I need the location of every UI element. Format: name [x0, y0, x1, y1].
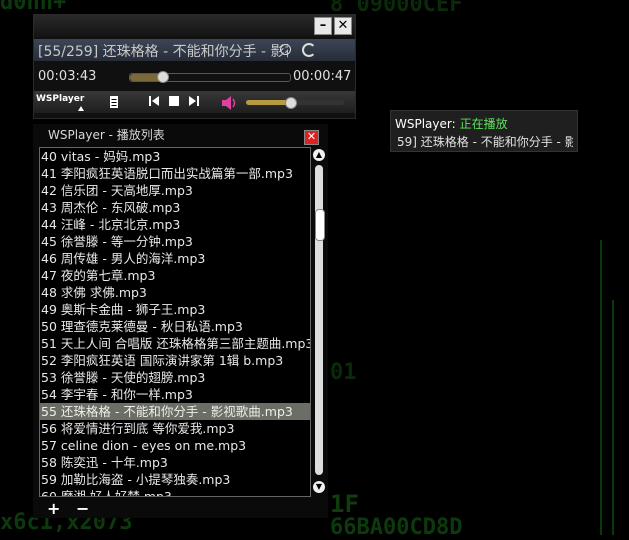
playlist-item[interactable]: 43 周杰伦 - 东风破.mp3	[40, 199, 310, 216]
control-row: WSPlayer	[34, 91, 355, 113]
playlist-item[interactable]: 52 李阳疯狂英语 国际演讲家第 1辑 b.mp3	[40, 352, 310, 369]
playlist-item[interactable]: 59 加勒比海盗 - 小提琴独奏.mp3	[40, 471, 310, 488]
scroll-down-icon[interactable]: ▼	[313, 481, 325, 493]
time-current: 00:03:43	[38, 69, 97, 84]
playlist-item[interactable]: 42 信乐团 - 天高地厚.mp3	[40, 182, 310, 199]
playlist-close-button[interactable]: ✕	[304, 130, 319, 145]
matrix-text-1: d0nn+	[0, 0, 67, 15]
time-total: 00:00:47	[293, 69, 352, 84]
volume-slider[interactable]	[246, 97, 344, 109]
scroll-thumb[interactable]	[315, 209, 325, 241]
player-window: – ✕ [55/259] 还珠格格 - 不能和你分手 - 影视歌曲 00:03:…	[33, 14, 356, 119]
playlist-item[interactable]: 51 天上人间 合唱版 还珠格格第三部主题曲.mp3	[40, 335, 310, 352]
repeat-icon[interactable]	[280, 44, 291, 55]
popup-status: 正在播放	[459, 117, 508, 131]
playlist-item[interactable]: 48 求佛 求佛.mp3	[40, 284, 310, 301]
seek-slider[interactable]	[129, 71, 291, 83]
matrix-line	[612, 300, 614, 535]
playlist-item[interactable]: 41 李阳疯狂英语脱口而出实战篇第一部.mp3	[40, 165, 310, 182]
player-titlebar[interactable]: – ✕	[34, 15, 355, 37]
scroll-up-icon[interactable]: ▲	[313, 149, 325, 161]
menu-triangle-icon[interactable]	[78, 106, 84, 111]
remove-button[interactable]: −	[76, 499, 89, 518]
matrix-text-6: 66BA00CD8D	[330, 515, 463, 540]
playlist-item[interactable]: 57 celine dion - eyes on me.mp3	[40, 437, 310, 454]
playlist-item[interactable]: 49 奥斯卡金曲 - 狮子王.mp3	[40, 301, 310, 318]
matrix-text-4: 1F	[330, 490, 359, 518]
app-logo: WSPlayer	[36, 94, 85, 104]
previous-icon[interactable]	[149, 96, 159, 108]
close-button[interactable]: ✕	[334, 17, 352, 35]
add-button[interactable]: +	[47, 499, 60, 518]
shuffle-icon[interactable]	[302, 43, 316, 57]
speaker-icon[interactable]	[222, 95, 236, 114]
stop-icon[interactable]	[169, 96, 179, 108]
playlist-item[interactable]: 47 夜的第七章.mp3	[40, 267, 310, 284]
next-icon[interactable]	[189, 96, 199, 108]
playlist-item[interactable]: 46 周传雄 - 男人的海洋.mp3	[40, 250, 310, 267]
playlist-item[interactable]: 50 理查德克莱德曼 - 秋日私语.mp3	[40, 318, 310, 335]
playlist-item[interactable]: 53 徐誉滕 - 天使的翅膀.mp3	[40, 369, 310, 386]
playlist-item[interactable]: 45 徐誉滕 - 等一分钟.mp3	[40, 233, 310, 250]
playlist-item[interactable]: 40 vitas - 妈妈.mp3	[40, 148, 310, 165]
playlist-item[interactable]: 54 李宇春 - 和你一样.mp3	[40, 386, 310, 403]
popup-header: WSPlayer: 正在播放	[395, 115, 508, 132]
playlist-scrollbar[interactable]: ▲ ▼	[313, 147, 325, 495]
playlist-window: WSPlayer - 播放列表 ✕ 40 vitas - 妈妈.mp3 41 李阳…	[33, 124, 328, 518]
volume-handle[interactable]	[285, 97, 298, 109]
playlist-title: WSPlayer - 播放列表	[48, 128, 165, 142]
popup-track: 59] 还珠格格 - 不能和你分手 - 影视歌曲	[397, 135, 573, 149]
playlist-list[interactable]: 40 vitas - 妈妈.mp3 41 李阳疯狂英语脱口而出实战篇第一部.mp3…	[39, 147, 311, 497]
song-title: [55/259] 还珠格格 - 不能和你分手 - 影视歌曲	[38, 44, 288, 60]
playlist-footer: + −	[47, 499, 89, 518]
matrix-line	[600, 240, 602, 535]
playlist-item[interactable]: 58 陈奕迅 - 十年.mp3	[40, 454, 310, 471]
volume-fill	[246, 100, 291, 105]
song-info-bar: [55/259] 还珠格格 - 不能和你分手 - 影视歌曲	[34, 39, 355, 61]
minimize-button[interactable]: –	[314, 17, 332, 35]
matrix-text-3: 01	[330, 360, 357, 385]
playlist-item[interactable]: 56 将爱情进行到底 等你爱我.mp3	[40, 420, 310, 437]
playlist-item[interactable]: 55 还珠格格 - 不能和你分手 - 影视歌曲.mp3	[40, 403, 310, 420]
playlist-item[interactable]: 60 摩湘 好人好梦.mp3	[40, 488, 310, 496]
playlist-item[interactable]: 44 汪峰 - 北京北京.mp3	[40, 216, 310, 233]
popup-app-name: WSPlayer:	[395, 117, 456, 131]
seek-handle[interactable]	[157, 71, 169, 83]
playlist-icon[interactable]	[110, 96, 118, 110]
now-playing-popup: WSPlayer:正在播放 59] 还珠格格 - 不能和你分手 - 影视歌曲	[390, 110, 578, 152]
